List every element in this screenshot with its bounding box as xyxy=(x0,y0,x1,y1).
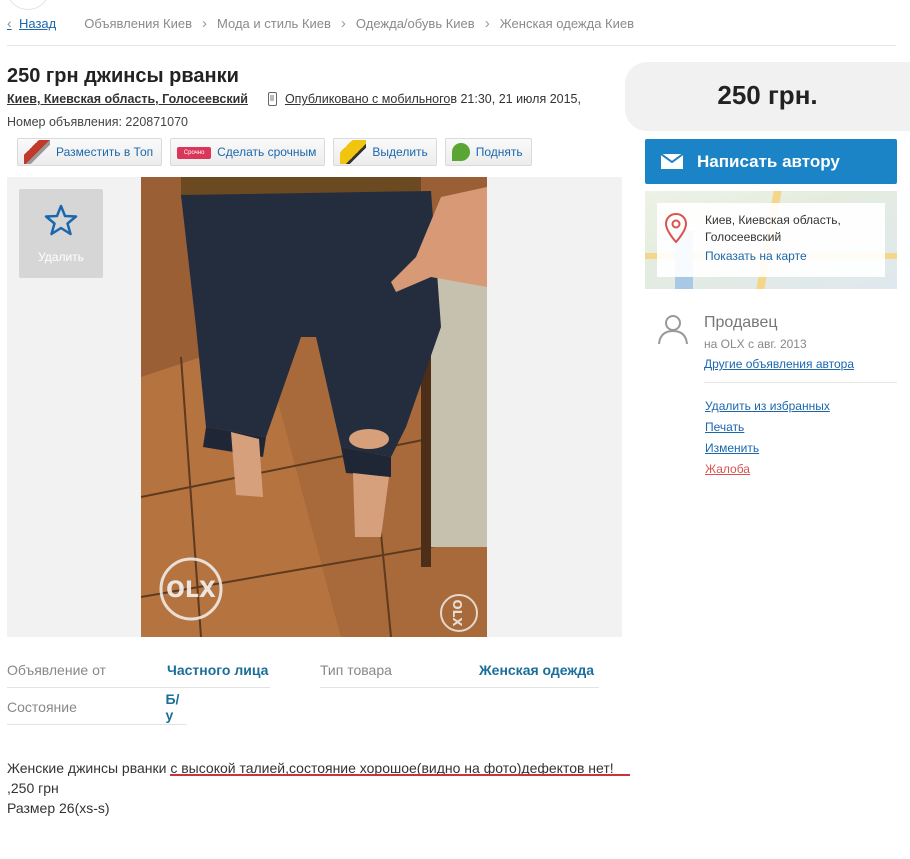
urgent-tag-icon: Срочно xyxy=(177,147,212,159)
highlighter-icon xyxy=(340,140,367,164)
bump-up-label: Поднять xyxy=(475,145,523,159)
make-urgent-button[interactable]: Срочно Сделать срочным xyxy=(170,138,326,166)
published-datetime: в 21:30, 21 июля 2015, xyxy=(450,92,581,106)
write-to-author-label: Написать автору xyxy=(697,151,840,171)
ad-title: 250 грн джинсы рванки xyxy=(7,65,239,87)
user-icon xyxy=(658,315,688,345)
seller-since: на OLX с авг. 2013 xyxy=(704,337,807,351)
divider xyxy=(704,382,897,383)
chevron-right-icon: › xyxy=(340,14,346,32)
olx-watermark-small: OLX xyxy=(450,599,464,627)
chevron-left-icon: ‹ xyxy=(7,15,12,31)
leaf-arrow-icon xyxy=(451,143,470,161)
ad-photo[interactable]: OLX OLX xyxy=(141,177,487,637)
divider xyxy=(7,45,896,46)
breadcrumb-item-women-clothes-kiev[interactable]: Женская одежда Киев xyxy=(500,16,634,31)
rocket-icon xyxy=(24,140,50,164)
make-urgent-label: Сделать срочным xyxy=(217,145,317,159)
red-underline-annotation xyxy=(170,774,630,776)
remove-favorite-button[interactable]: Удалить xyxy=(19,189,103,278)
remove-from-favorites-link[interactable]: Удалить из избранных xyxy=(705,399,830,413)
chevron-right-icon: › xyxy=(202,14,208,32)
seller-other-ads-link[interactable]: Другие объявления автора xyxy=(704,357,854,371)
promote-top-label: Разместить в Топ xyxy=(56,145,154,159)
detail-value-link[interactable]: Частного лица xyxy=(167,662,268,678)
ad-description: Женские джинсы рванки с высокой талией,с… xyxy=(7,758,614,818)
write-to-author-button[interactable]: Написать автору xyxy=(645,139,897,184)
description-line-3: Размер 26(xs-s) xyxy=(7,800,110,816)
promote-top-button[interactable]: Разместить в Топ xyxy=(17,138,163,166)
detail-label: Тип товара xyxy=(320,661,392,678)
ad-meta-line: Киев, Киевская область, Голосеевский Опу… xyxy=(7,92,581,106)
map-address-line: Киев, Киевская область, xyxy=(705,213,841,227)
show-on-map-link[interactable]: Показать на карте xyxy=(705,249,807,263)
print-link[interactable]: Печать xyxy=(705,420,744,434)
ad-location-link[interactable]: Киев, Киевская область, Голосеевский xyxy=(7,92,248,106)
breadcrumb-item-fashion-kiev[interactable]: Мода и стиль Киев xyxy=(217,16,331,31)
breadcrumb: ‹ Назад Объявления Киев › Мода и стиль К… xyxy=(7,14,634,32)
olx-watermark: OLX xyxy=(166,578,216,603)
map-address-card: Киев, Киевская область, Голосеевский Пок… xyxy=(657,203,885,277)
star-icon xyxy=(44,204,78,236)
published-mobile-link[interactable]: Опубликовано с мобильного xyxy=(285,92,450,106)
back-link[interactable]: ‹ Назад xyxy=(7,15,56,31)
ad-number: Номер объявления: 220871070 xyxy=(7,115,188,129)
olx-logo-edge xyxy=(6,0,50,10)
promo-actions: Разместить в Топ Срочно Сделать срочным … xyxy=(17,138,532,166)
detail-row-offer-from: Объявление от Частного лица xyxy=(7,652,270,688)
highlight-button[interactable]: Выделить xyxy=(333,138,437,166)
jeans-photo-illustration: OLX OLX xyxy=(141,177,487,637)
detail-label: Состояние xyxy=(7,698,77,715)
location-map[interactable]: Киев, Киевская область, Голосеевский Пок… xyxy=(645,191,897,289)
detail-value-link[interactable]: Б/у xyxy=(165,691,187,723)
edit-link[interactable]: Изменить xyxy=(705,441,759,455)
seller-title: Продавец xyxy=(704,314,778,331)
highlight-label: Выделить xyxy=(372,145,428,159)
map-pin-icon xyxy=(665,213,687,243)
map-address-line: Голосеевский xyxy=(705,230,782,244)
breadcrumb-item-clothes-kiev[interactable]: Одежда/обувь Киев xyxy=(356,16,475,31)
description-line-2: ,250 грн xyxy=(7,780,59,796)
breadcrumb-item-ads-kiev[interactable]: Объявления Киев xyxy=(84,16,192,31)
price: 250 грн. xyxy=(717,80,818,110)
bump-up-button[interactable]: Поднять xyxy=(444,138,532,166)
mobile-phone-icon xyxy=(267,92,277,106)
photo-gallery: Удалить OLX OLX xyxy=(7,177,622,637)
detail-row-item-type: Тип товара Женская одежда xyxy=(320,652,599,688)
price-box: 250 грн. xyxy=(625,62,910,131)
chevron-right-icon: › xyxy=(484,14,490,32)
report-link[interactable]: Жалоба xyxy=(705,462,750,476)
back-label: Назад xyxy=(19,15,57,31)
envelope-icon xyxy=(661,154,683,169)
detail-row-condition: Состояние Б/у xyxy=(7,689,187,725)
remove-favorite-label: Удалить xyxy=(38,250,84,264)
detail-value-link[interactable]: Женская одежда xyxy=(479,662,594,678)
description-text: Женские джинсы рванки xyxy=(7,760,171,776)
detail-label: Объявление от xyxy=(7,661,106,678)
